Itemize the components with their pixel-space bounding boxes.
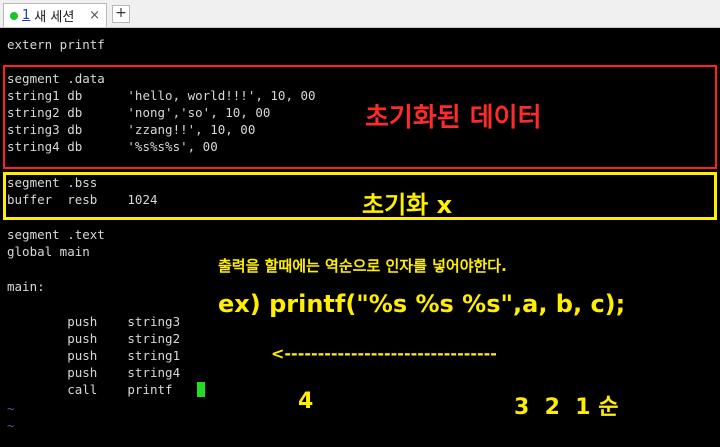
- code-line: push string4: [7, 365, 181, 380]
- empty-line-marker: ~: [7, 401, 15, 416]
- code-line: push string2: [7, 331, 181, 346]
- data-segment-annotation: 초기화된 데이터: [365, 103, 542, 133]
- code-line: segment .text: [7, 227, 105, 242]
- code-line: push string3: [7, 314, 181, 329]
- code-line: global main: [7, 244, 90, 259]
- close-icon[interactable]: ×: [89, 8, 100, 23]
- left-arrow-annotation: <--------------------------------: [271, 344, 497, 363]
- printf-example-annotation: ex) printf("%s %s %s",a, b, c);: [218, 290, 626, 318]
- code-line: push string1: [7, 348, 181, 363]
- push-count-annotation: 4: [298, 389, 314, 414]
- empty-line-marker: ~: [7, 418, 15, 433]
- code-line: main:: [7, 279, 45, 294]
- tab-title: 새 세션: [34, 10, 75, 25]
- argument-order-note: 출력을 할때에는 역순으로 인자를 넣어야한다.: [218, 257, 507, 275]
- tab-number: 1: [22, 8, 31, 23]
- code-line: call printf: [7, 382, 173, 397]
- bss-segment-annotation: 초기화 x: [362, 191, 453, 219]
- text-cursor: [197, 382, 205, 397]
- code-line: extern printf: [7, 37, 105, 52]
- push-order-annotation: 3 2 1 순: [514, 395, 619, 420]
- new-tab-button[interactable]: +: [112, 5, 130, 23]
- connection-status-icon: [10, 11, 18, 20]
- tab-session-1[interactable]: 1 새 세션 ×: [3, 3, 107, 27]
- bss-segment-highlight: [3, 172, 717, 220]
- data-segment-highlight: [3, 65, 717, 169]
- tab-bar: 1 새 세션 × +: [0, 0, 720, 28]
